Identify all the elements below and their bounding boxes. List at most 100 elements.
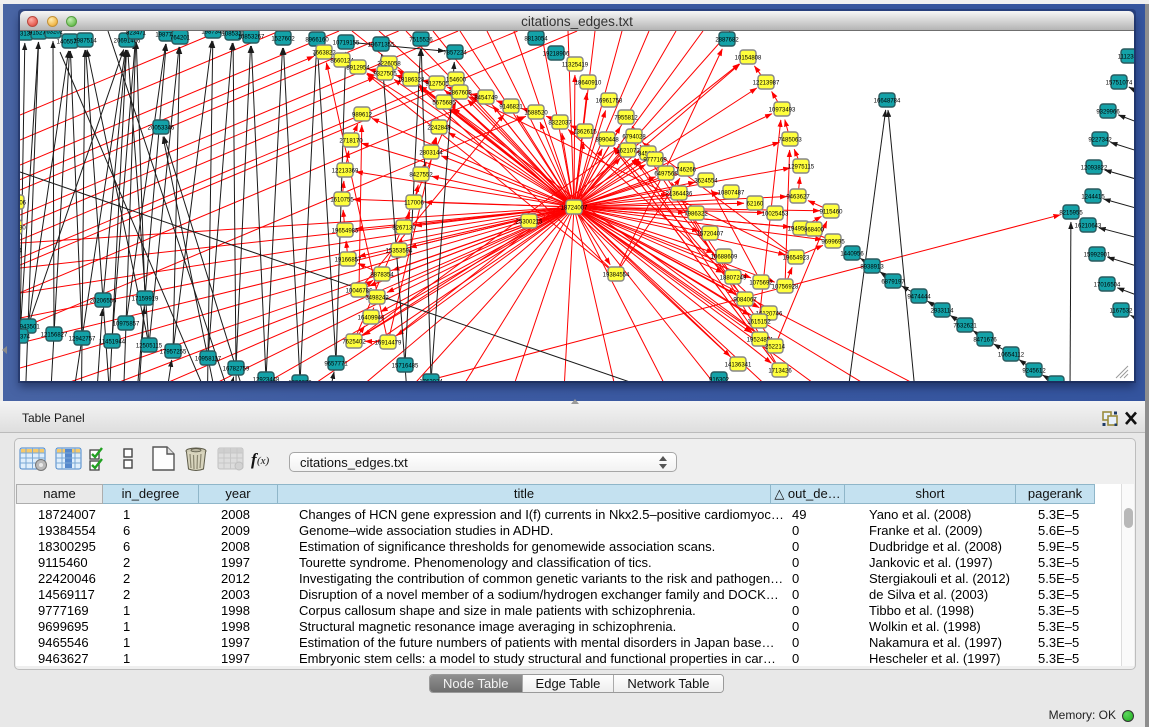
- svg-text:21364436: 21364436: [666, 192, 693, 198]
- svg-text:9084067: 9084067: [733, 298, 757, 304]
- svg-text:916302: 916302: [709, 378, 730, 382]
- svg-text:1610755: 1610755: [330, 198, 354, 204]
- svg-text:17957255: 17957255: [160, 350, 187, 356]
- svg-text:12156827: 12156827: [41, 333, 68, 339]
- svg-text:(x): (x): [257, 455, 270, 467]
- svg-text:417006: 417006: [20, 201, 27, 207]
- svg-text:7986322: 7986322: [684, 212, 708, 218]
- svg-text:8267130: 8267130: [392, 226, 416, 232]
- svg-text:8322037: 8322037: [548, 121, 572, 127]
- svg-text:15720407: 15720407: [697, 232, 724, 238]
- svg-text:10958117: 10958117: [195, 357, 222, 363]
- svg-text:391374: 391374: [20, 335, 31, 341]
- svg-text:1987514: 1987514: [73, 39, 97, 45]
- svg-text:7625402: 7625402: [342, 340, 366, 346]
- svg-text:1588520: 1588520: [524, 111, 548, 117]
- svg-text:8878354: 8878354: [370, 273, 394, 279]
- svg-text:9115460: 9115460: [820, 210, 844, 216]
- svg-text:18640910: 18640910: [575, 81, 602, 87]
- svg-text:10654112: 10654112: [998, 353, 1025, 359]
- svg-text:19166857: 19166857: [335, 258, 362, 264]
- svg-text:19654985: 19654985: [332, 229, 359, 235]
- svg-text:8966160: 8966160: [305, 38, 329, 44]
- svg-text:7632621: 7632621: [953, 324, 977, 330]
- svg-text:8427552: 8427552: [409, 173, 433, 179]
- svg-text:7485063: 7485063: [778, 138, 802, 144]
- svg-text:2242848: 2242848: [427, 126, 451, 132]
- svg-text:18807249: 18807249: [720, 276, 747, 282]
- svg-text:18724007: 18724007: [561, 206, 588, 212]
- svg-text:7663822: 7663822: [312, 51, 336, 57]
- svg-text:7955812: 7955812: [614, 116, 638, 122]
- svg-text:16914479: 16914479: [375, 341, 402, 347]
- svg-text:8912954: 8912954: [346, 66, 370, 72]
- svg-text:10025453: 10025453: [762, 212, 789, 218]
- svg-text:9327505: 9327505: [373, 72, 397, 78]
- svg-text:7857224: 7857224: [443, 51, 467, 57]
- svg-text:12213369: 12213369: [332, 169, 359, 175]
- svg-text:3624554: 3624554: [694, 179, 718, 185]
- svg-text:9227342: 9227342: [1088, 138, 1112, 144]
- svg-text:5675685: 5675685: [432, 101, 456, 107]
- svg-text:1527602: 1527602: [271, 37, 295, 43]
- svg-text:2933114: 2933114: [931, 309, 955, 315]
- svg-text:10154808: 10154808: [735, 56, 762, 62]
- svg-text:3498242: 3498242: [365, 296, 389, 302]
- svg-text:8454749: 8454749: [474, 96, 498, 102]
- svg-text:7515526: 7515526: [409, 38, 433, 44]
- svg-text:16782759: 16782759: [223, 367, 250, 373]
- svg-text:1244415: 1244415: [1081, 195, 1105, 201]
- svg-text:16409948: 16409948: [358, 316, 385, 322]
- svg-text:8813054: 8813054: [524, 37, 548, 43]
- svg-text:1167532: 1167532: [1110, 309, 1134, 315]
- svg-text:11325419: 11325419: [562, 63, 589, 69]
- svg-text:1621072: 1621072: [616, 149, 640, 155]
- svg-text:10973493: 10973493: [769, 108, 796, 114]
- svg-text:19218906: 19218906: [543, 52, 570, 58]
- svg-text:62160: 62160: [747, 202, 764, 208]
- svg-text:1713426: 1713426: [768, 369, 792, 375]
- svg-text:117006: 117006: [404, 201, 424, 207]
- svg-text:18186328: 18186328: [398, 78, 425, 84]
- svg-text:12975115: 12975115: [788, 165, 815, 171]
- svg-text:1075692: 1075692: [749, 281, 773, 287]
- svg-text:25300215: 25300215: [516, 220, 543, 226]
- svg-text:20206556: 20206556: [90, 299, 117, 305]
- svg-text:1763024: 1763024: [419, 380, 443, 382]
- svg-text:823471: 823471: [126, 31, 147, 37]
- svg-text:8990448: 8990448: [595, 138, 619, 144]
- svg-text:9245612: 9245612: [1022, 369, 1046, 375]
- svg-text:17016504: 17016504: [1094, 283, 1121, 289]
- svg-text:12942757: 12942757: [69, 337, 96, 343]
- svg-text:15353594: 15353594: [386, 249, 413, 255]
- svg-text:6879197: 6879197: [881, 280, 905, 286]
- svg-text:8215955: 8215955: [1059, 211, 1083, 217]
- svg-text:9146821: 9146821: [499, 105, 523, 111]
- svg-text:9463627: 9463627: [786, 195, 810, 201]
- svg-text:16648784: 16648784: [874, 99, 901, 105]
- svg-text:8471676: 8471676: [973, 338, 997, 344]
- svg-text:1362615: 1362615: [573, 130, 597, 136]
- svg-text:15716485: 15716485: [392, 364, 419, 370]
- svg-text:9474444: 9474444: [907, 295, 931, 301]
- svg-text:9657771: 9657771: [324, 362, 348, 368]
- svg-text:16210643: 16210643: [1075, 224, 1102, 230]
- svg-text:14136341: 14136341: [725, 363, 752, 369]
- svg-text:10853267: 10853267: [238, 35, 265, 41]
- svg-text:19384554: 19384554: [603, 273, 630, 279]
- svg-text:989612: 989612: [352, 113, 373, 119]
- svg-text:1615152: 1615152: [747, 320, 771, 326]
- svg-text:1440956: 1440956: [840, 252, 864, 258]
- svg-text:9699695: 9699695: [821, 240, 845, 246]
- svg-text:17159919: 17159919: [132, 297, 159, 303]
- svg-text:11451944: 11451944: [99, 340, 126, 346]
- svg-text:154600: 154600: [446, 78, 467, 84]
- svg-text:746266: 746266: [676, 168, 697, 174]
- svg-text:15751074: 15751074: [1106, 81, 1133, 87]
- svg-text:12213987: 12213987: [753, 81, 780, 87]
- svg-text:10975857: 10975857: [113, 322, 140, 328]
- svg-text:10719155: 10719155: [333, 41, 360, 47]
- svg-text:2718170: 2718170: [339, 139, 363, 145]
- svg-text:20053346: 20053346: [148, 126, 175, 132]
- svg-text:8938913: 8938913: [860, 265, 884, 271]
